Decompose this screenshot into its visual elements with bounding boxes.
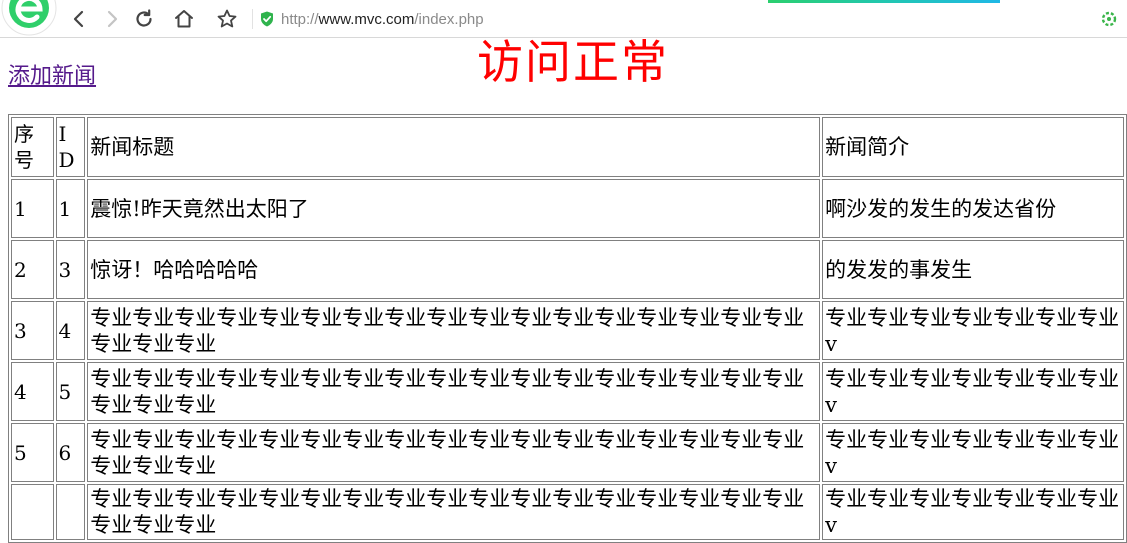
cell-id: 5 [55, 362, 86, 421]
header-title: 新闻标题 [87, 117, 821, 177]
reload-icon [136, 9, 152, 27]
secure-shield-icon [261, 11, 273, 27]
forward-button[interactable] [100, 7, 124, 31]
cell-seq: 3 [11, 301, 54, 360]
url-protocol: http:// [281, 11, 319, 28]
page-loading-bar [768, 0, 1000, 3]
cell-intro: 的发发的事发生 [822, 240, 1124, 299]
table-row: 4 5 专业专业专业专业专业专业专业专业专业专业专业专业专业专业专业专业专业专业… [11, 362, 1124, 421]
table-header-row: 序号 ID 新闻标题 新闻简介 [11, 117, 1124, 177]
cell-seq [11, 484, 54, 540]
status-heading: 访问正常 [477, 35, 669, 89]
browser-toolbar: http://www.mvc.com/index.php [0, 0, 1127, 38]
address-bar[interactable]: http://www.mvc.com/index.php [281, 10, 484, 30]
reload-button[interactable] [132, 7, 156, 31]
cell-intro: 专业专业专业专业专业专业专业v [822, 362, 1124, 421]
news-table: 序号 ID 新闻标题 新闻简介 1 1 震惊!昨天竟然出太阳了 啊沙发的发生的发… [8, 114, 1127, 543]
cell-intro: 啊沙发的发生的发达省份 [822, 179, 1124, 238]
cell-intro: 专业专业专业专业专业专业专业v [822, 423, 1124, 482]
table-row-partial: 专业专业专业专业专业专业专业专业专业专业专业专业专业专业专业专业专业专业专业专业… [11, 484, 1124, 540]
extension-icon[interactable] [1101, 11, 1117, 27]
browser-logo-icon [1, 0, 57, 36]
header-intro: 新闻简介 [822, 117, 1124, 177]
header-id: ID [55, 117, 86, 177]
table-row: 3 4 专业专业专业专业专业专业专业专业专业专业专业专业专业专业专业专业专业专业… [11, 301, 1124, 360]
cell-intro: 专业专业专业专业专业专业专业v [822, 484, 1124, 540]
favorite-button[interactable] [215, 7, 239, 31]
cell-seq: 5 [11, 423, 54, 482]
cell-seq: 1 [11, 179, 54, 238]
home-button[interactable] [172, 7, 196, 31]
back-button[interactable] [67, 7, 91, 31]
url-path: /index.php [414, 11, 484, 28]
cell-id: 4 [55, 301, 86, 360]
cell-id: 6 [55, 423, 86, 482]
cell-title: 专业专业专业专业专业专业专业专业专业专业专业专业专业专业专业专业专业专业专业专业 [87, 484, 821, 540]
cell-title: 专业专业专业专业专业专业专业专业专业专业专业专业专业专业专业专业专业专业专业专业 [87, 362, 821, 421]
add-news-link[interactable]: 添加新闻 [8, 62, 96, 92]
table-row: 1 1 震惊!昨天竟然出太阳了 啊沙发的发生的发达省份 [11, 179, 1124, 238]
back-arrow-icon [73, 10, 84, 28]
cell-title: 专业专业专业专业专业专业专业专业专业专业专业专业专业专业专业专业专业专业专业专业 [87, 301, 821, 360]
url-host: www.mvc.com [318, 11, 415, 28]
table-row: 2 3 惊讶！哈哈哈哈哈 的发发的事发生 [11, 240, 1124, 299]
home-icon [175, 10, 193, 28]
cell-id [55, 484, 86, 540]
forward-arrow-icon [107, 10, 118, 28]
star-icon [217, 9, 237, 28]
cell-intro: 专业专业专业专业专业专业专业v [822, 301, 1124, 360]
table-row: 5 6 专业专业专业专业专业专业专业专业专业专业专业专业专业专业专业专业专业专业… [11, 423, 1124, 482]
cell-title: 惊讶！哈哈哈哈哈 [87, 240, 821, 299]
toolbar-divider [252, 9, 253, 29]
header-seq: 序号 [11, 117, 54, 177]
cell-seq: 2 [11, 240, 54, 299]
cell-title: 震惊!昨天竟然出太阳了 [87, 179, 821, 238]
cell-title: 专业专业专业专业专业专业专业专业专业专业专业专业专业专业专业专业专业专业专业专业 [87, 423, 821, 482]
cell-id: 3 [55, 240, 86, 299]
cell-id: 1 [55, 179, 86, 238]
cell-seq: 4 [11, 362, 54, 421]
